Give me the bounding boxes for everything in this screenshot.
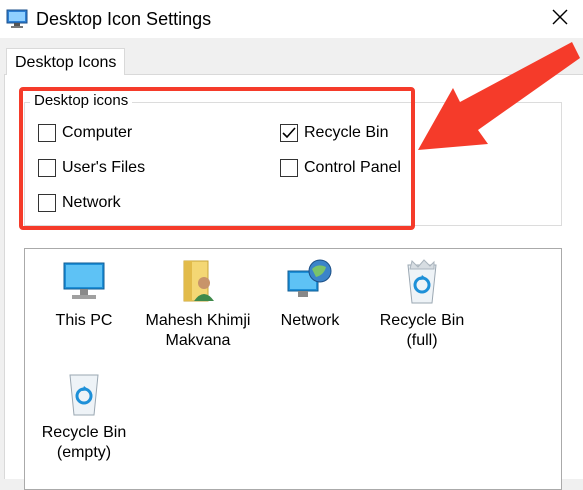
computer-icon bbox=[60, 257, 108, 305]
icon-label: Recycle Bin (empty) bbox=[41, 424, 127, 461]
icon-this-pc[interactable]: This PC bbox=[29, 257, 139, 331]
icon-label: Recycle Bin (full) bbox=[379, 312, 465, 349]
icon-label: Mahesh Khimji Makvana bbox=[145, 312, 251, 349]
icon-label: Network bbox=[280, 312, 340, 329]
network-icon bbox=[286, 257, 334, 305]
icon-recycle-bin-full[interactable]: Recycle Bin (full) bbox=[367, 257, 477, 351]
icon-label: This PC bbox=[55, 312, 113, 329]
icon-network[interactable]: Network bbox=[255, 257, 365, 331]
close-icon bbox=[552, 9, 568, 30]
icon-list[interactable]: This PC Mahesh Khimji Makvana Network Re… bbox=[24, 248, 562, 490]
highlight-box bbox=[19, 87, 415, 230]
recycle-bin-empty-icon bbox=[60, 369, 108, 417]
tab-desktop-icons[interactable]: Desktop Icons bbox=[6, 48, 126, 75]
window-title: Desktop Icon Settings bbox=[36, 9, 212, 29]
desktop-settings-icon bbox=[6, 8, 28, 28]
recycle-bin-full-icon bbox=[398, 257, 446, 305]
annotation-arrow-icon bbox=[418, 42, 580, 150]
icon-user-folder[interactable]: Mahesh Khimji Makvana bbox=[143, 257, 253, 351]
user-folder-icon bbox=[174, 257, 222, 305]
icon-recycle-bin-empty[interactable]: Recycle Bin (empty) bbox=[29, 369, 139, 463]
